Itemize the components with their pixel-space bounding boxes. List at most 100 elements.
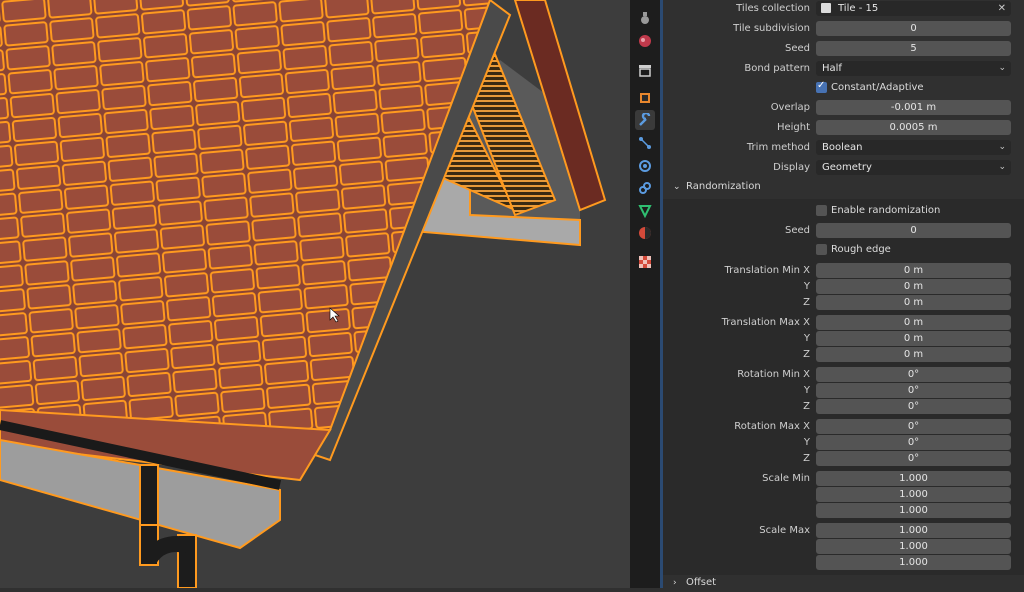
display-value: Geometry [822,162,872,173]
tile-subdivision-row: Tile subdivision 0 [663,21,1024,39]
trim-method-row: Trim method Boolean ⌄ [663,140,1024,158]
tile-subdivision-label: Tile subdivision [733,23,810,34]
rotation-min-x-field[interactable]: 0° [816,367,1011,382]
rough-edge-row: Rough edge [663,243,1024,261]
height-label: Height [776,122,810,133]
trim-method-label: Trim method [746,142,810,153]
chevron-down-icon: ⌄ [998,142,1006,152]
overlap-label: Overlap [770,102,810,113]
display-dropdown[interactable]: Geometry ⌄ [816,160,1011,175]
tile-subdivision-field[interactable]: 0 [816,21,1011,36]
render-icon[interactable] [635,8,655,28]
chevron-down-icon: ⌄ [998,162,1006,172]
height-row: Height 0.0005 m [663,120,1024,138]
collection-icon [821,3,831,13]
translation-max-z-label: Z [803,349,810,360]
properties-panel[interactable]: Tiles collection Tile - 15 ✕ Tile subdiv… [663,0,1024,588]
rotation-max-z-row: Z 0° [663,451,1024,469]
constraints-icon[interactable] [635,178,655,198]
overlap-field[interactable]: -0.001 m [816,100,1011,115]
rotation-max-x-label: Rotation Max X [734,421,810,432]
random-seed-row: Seed 0 [663,223,1024,241]
object-icon[interactable] [635,88,655,108]
scale-min-z-field[interactable]: 1.000 [816,503,1011,518]
trim-method-dropdown[interactable]: Boolean ⌄ [816,140,1011,155]
randomization-title: Randomization [686,181,761,192]
chevron-down-icon: ⌄ [998,63,1006,73]
scale-max-z-row: 1.000 [663,555,1024,573]
display-row: Display Geometry ⌄ [663,160,1024,178]
translation-max-y-field[interactable]: 0 m [816,331,1011,346]
world-icon[interactable] [635,31,655,51]
close-icon[interactable]: ✕ [998,1,1006,16]
translation-max-x-field[interactable]: 0 m [816,315,1011,330]
data-icon[interactable] [635,201,655,221]
rotation-min-z-row: Z 0° [663,399,1024,417]
particles-icon[interactable] [635,133,655,153]
rotation-min-z-field[interactable]: 0° [816,399,1011,414]
scale-min-label: Scale Min [762,473,810,484]
3d-viewport[interactable] [0,0,630,588]
height-field[interactable]: 0.0005 m [816,120,1011,135]
properties-tab-bar [630,0,660,588]
randomization-section-header[interactable]: ⌄ Randomization [663,177,1024,197]
constant-adaptive-row: Constant/Adaptive [663,80,1024,99]
scale-min-z-row: 1.000 [663,503,1024,521]
scale-min-y-field[interactable]: 1.000 [816,487,1011,502]
tiles-collection-value: Tile - 15 [838,3,879,14]
physics-icon[interactable] [635,156,655,176]
bond-pattern-label: Bond pattern [744,63,810,74]
seed-label: Seed [785,43,810,54]
rotation-max-y-field[interactable]: 0° [816,435,1011,450]
rotation-max-z-field[interactable]: 0° [816,451,1011,466]
rough-edge-checkbox[interactable] [816,244,827,255]
translation-min-y-label: Y [803,281,810,292]
translation-min-x-label: Translation Min X [724,265,810,276]
translation-max-z-row: Z 0 m [663,347,1024,365]
tiles-collection-field[interactable]: Tile - 15 ✕ [816,1,1011,16]
offset-section-header[interactable]: › Offset [663,574,1024,588]
collection-icon[interactable] [635,60,655,80]
seed-row: Seed 5 [663,41,1024,59]
trim-method-value: Boolean [822,142,863,153]
rotation-max-z-label: Z [803,453,810,464]
bond-pattern-value: Half [822,63,842,74]
translation-min-z-row: Z 0 m [663,295,1024,313]
bond-pattern-dropdown[interactable]: Half ⌄ [816,61,1011,76]
rotation-min-y-field[interactable]: 0° [816,383,1011,398]
material-icon[interactable] [635,223,655,243]
rotation-max-y-label: Y [803,437,810,448]
chevron-right-icon: › [673,578,677,588]
constant-adaptive-label: Constant/Adaptive [831,82,924,93]
translation-min-z-field[interactable]: 0 m [816,295,1011,310]
constant-adaptive-checkbox[interactable] [816,80,827,93]
tiles-collection-row: Tiles collection Tile - 15 ✕ [663,1,1024,19]
display-label: Display [773,162,810,173]
overlap-row: Overlap -0.001 m [663,100,1024,118]
random-seed-field[interactable]: 0 [816,223,1011,238]
rotation-min-x-label: Rotation Min X [737,369,810,380]
translation-min-y-field[interactable]: 0 m [816,279,1011,294]
offset-title: Offset [686,577,717,588]
rotation-min-y-label: Y [803,385,810,396]
scale-max-z-field[interactable]: 1.000 [816,555,1011,570]
translation-min-x-field[interactable]: 0 m [816,263,1011,278]
scale-min-x-field[interactable]: 1.000 [816,471,1011,486]
rotation-max-x-field[interactable]: 0° [816,419,1011,434]
tiles-collection-label: Tiles collection [736,3,810,14]
enable-randomization-checkbox[interactable] [816,205,827,216]
translation-max-y-label: Y [803,333,810,344]
scale-max-label: Scale Max [759,525,810,536]
bond-pattern-row: Bond pattern Half ⌄ [663,61,1024,79]
enable-randomization-row: Enable randomization [663,204,1024,222]
translation-max-z-field[interactable]: 0 m [816,347,1011,362]
rotation-min-z-label: Z [803,401,810,412]
seed-field[interactable]: 5 [816,41,1011,56]
random-seed-label: Seed [785,225,810,236]
texture-icon[interactable] [635,252,655,272]
scale-max-y-field[interactable]: 1.000 [816,539,1011,554]
roof-model-render [0,0,607,588]
rough-edge-label: Rough edge [831,244,891,255]
scale-max-x-field[interactable]: 1.000 [816,523,1011,538]
modifier-icon[interactable] [635,110,655,130]
